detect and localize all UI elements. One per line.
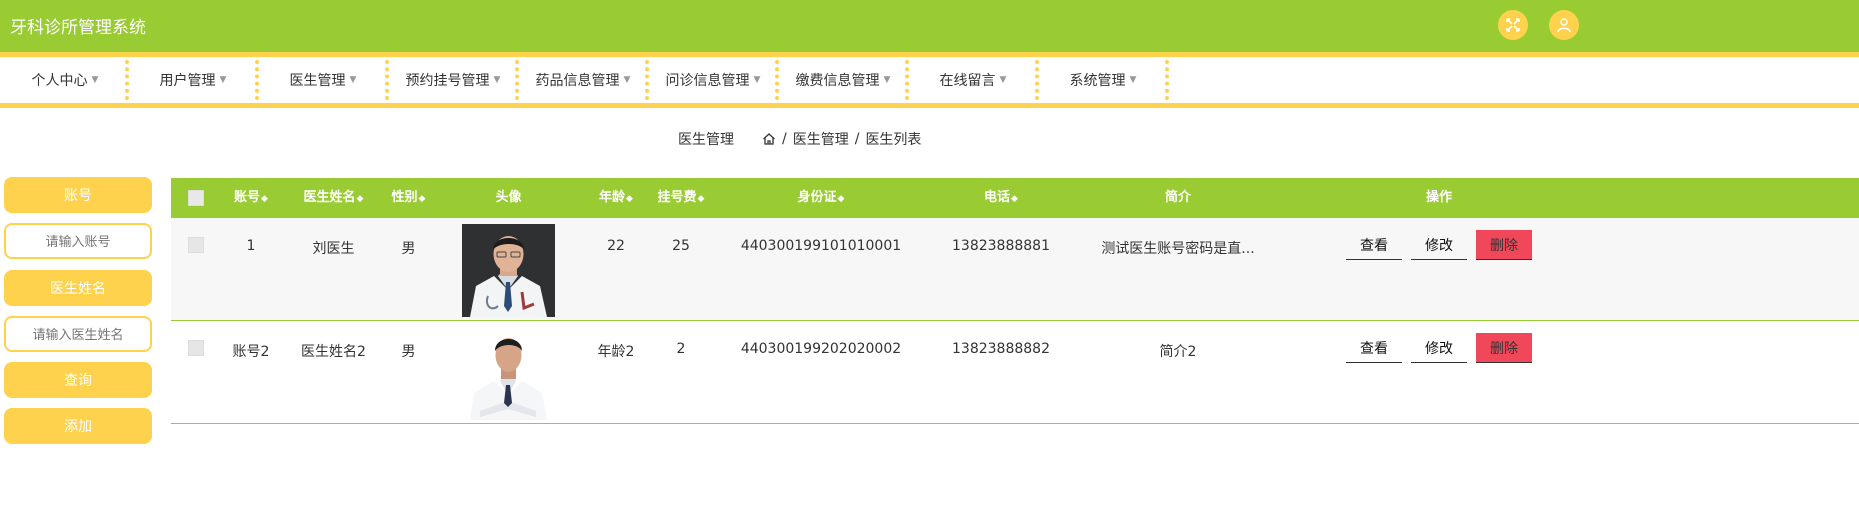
table-row: 1 刘医生 男 22 25 440300199101010001 1382388… — [171, 218, 1859, 321]
sort-icon: ◆ — [626, 194, 633, 204]
nav-item-online-message[interactable]: 在线留言 ▼ — [908, 57, 1038, 103]
row-checkbox[interactable] — [188, 340, 204, 356]
sort-icon: ◆ — [1011, 194, 1018, 204]
cell-name: 刘医生 — [312, 241, 355, 257]
breadcrumb-doctor-management[interactable]: 医生管理 — [793, 129, 849, 149]
chevron-down-icon: ▼ — [219, 75, 227, 85]
edit-button[interactable]: 修改 — [1411, 333, 1467, 363]
column-header-id-card[interactable]: 身份证◆ — [771, 178, 871, 218]
user-icon — [1557, 18, 1571, 33]
breadcrumb-separator: / — [854, 131, 860, 147]
chevron-down-icon: ▼ — [623, 75, 631, 85]
chevron-down-icon: ▼ — [1129, 75, 1137, 85]
cell-name: 医生姓名2 — [301, 344, 366, 360]
breadcrumb: / 医生管理 / 医生列表 — [762, 129, 921, 149]
column-header-gender[interactable]: 性别◆ — [381, 178, 436, 218]
sort-icon: ◆ — [697, 194, 705, 204]
doctor-avatar — [462, 224, 555, 317]
view-button[interactable]: 查看 — [1346, 230, 1402, 260]
sort-icon: ◆ — [837, 194, 845, 204]
page-title: 医生管理 — [678, 132, 734, 148]
table-row: 账号2 医生姓名2 男 年龄2 2 440300199202020002 138… — [171, 321, 1859, 424]
cell-account: 账号2 — [232, 344, 270, 360]
select-all-checkbox[interactable] — [188, 190, 204, 206]
cell-intro: 测试医生账号密码是直... — [1101, 241, 1255, 257]
cell-gender: 男 — [401, 344, 416, 360]
table-header: 账号◆ 医生姓名◆ 性别◆ 头像 年龄◆ 挂号费◆ 身份证◆ 电话◆ 简介 操作 — [171, 178, 1859, 218]
chevron-down-icon: ▼ — [493, 75, 501, 85]
column-header-account[interactable]: 账号◆ — [221, 178, 281, 218]
row-checkbox[interactable] — [188, 237, 204, 253]
sort-icon: ◆ — [418, 194, 426, 204]
cell-id-card: 440300199202020002 — [740, 341, 902, 357]
account-search-input[interactable] — [4, 223, 152, 259]
chevron-down-icon: ▼ — [349, 75, 357, 85]
sort-icon: ◆ — [261, 194, 268, 204]
account-label: 账号 — [4, 177, 152, 213]
doctor-avatar — [462, 327, 555, 420]
breadcrumb-separator: / — [782, 131, 787, 147]
chevron-down-icon: ▼ — [999, 75, 1007, 85]
app-title: 牙科诊所管理系统 — [10, 18, 146, 37]
cell-gender: 男 — [401, 241, 416, 257]
nav-item-user-management[interactable]: 用户管理 ▼ — [128, 57, 258, 103]
nav-item-payment-management[interactable]: 缴费信息管理 ▼ — [778, 57, 908, 103]
expand-icon — [1506, 18, 1520, 32]
cell-account: 1 — [246, 238, 256, 254]
sort-icon: ◆ — [356, 194, 364, 204]
cell-age: 年龄2 — [597, 344, 635, 360]
home-icon[interactable] — [762, 132, 776, 146]
column-header-name[interactable]: 医生姓名◆ — [291, 178, 376, 218]
cell-fee: 2 — [676, 341, 686, 357]
chevron-down-icon: ▼ — [883, 75, 891, 85]
cell-id-card: 440300199101010001 — [740, 238, 902, 254]
nav-item-appointment-management[interactable]: 预约挂号管理 ▼ — [388, 57, 518, 103]
chevron-down-icon: ▼ — [753, 75, 761, 85]
query-button[interactable]: 查询 — [4, 362, 152, 398]
cell-age: 22 — [607, 238, 625, 254]
edit-button[interactable]: 修改 — [1411, 230, 1467, 260]
add-button[interactable]: 添加 — [4, 408, 152, 444]
nav-item-personal-center[interactable]: 个人中心 ▼ — [0, 57, 130, 103]
column-header-age[interactable]: 年龄◆ — [586, 178, 646, 218]
main-nav: 个人中心 ▼ 用户管理 ▼ 医生管理 ▼ 预约挂号管理 ▼ 药品信息管理 ▼ 问诊信息管理… — [0, 52, 1859, 108]
nav-item-drug-management[interactable]: 药品信息管理 ▼ — [518, 57, 648, 103]
nav-item-system-management[interactable]: 系统管理 ▼ — [1038, 57, 1168, 103]
fullscreen-button[interactable] — [1498, 10, 1528, 40]
user-button[interactable] — [1549, 10, 1579, 40]
column-header-fee[interactable]: 挂号费◆ — [646, 178, 716, 218]
view-button[interactable]: 查看 — [1346, 333, 1402, 363]
column-header-avatar: 头像 — [495, 190, 522, 205]
column-header-phone[interactable]: 电话◆ — [956, 178, 1046, 218]
breadcrumb-doctor-list: 医生列表 — [865, 132, 922, 148]
delete-button[interactable]: 删除 — [1476, 230, 1532, 260]
cell-fee: 25 — [672, 238, 690, 254]
delete-button[interactable]: 删除 — [1476, 333, 1532, 363]
nav-item-consultation-management[interactable]: 问诊信息管理 ▼ — [648, 57, 778, 103]
nav-divider — [1165, 60, 1169, 100]
nav-item-doctor-management[interactable]: 医生管理 ▼ — [258, 57, 388, 103]
top-header: 牙科诊所管理系统 — [0, 0, 1859, 52]
doctor-name-search-input[interactable] — [4, 316, 152, 352]
cell-phone: 13823888882 — [952, 341, 1050, 357]
chevron-down-icon: ▼ — [91, 75, 99, 85]
column-header-intro: 简介 — [1164, 190, 1191, 205]
doctor-name-label: 医生姓名 — [4, 270, 152, 306]
column-header-actions: 操作 — [1425, 190, 1452, 205]
cell-intro: 简介2 — [1159, 344, 1197, 360]
cell-phone: 13823888881 — [952, 238, 1050, 254]
